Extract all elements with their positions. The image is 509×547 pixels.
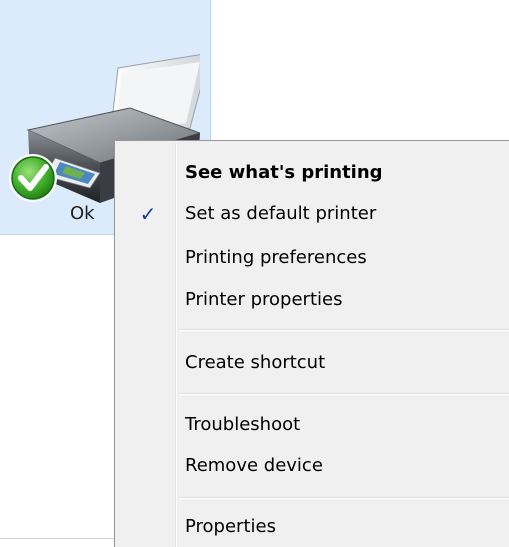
menu-item-label: Create shortcut	[185, 352, 326, 373]
devices-and-printers-window: Ok See what's printing ✓ Set as default …	[0, 0, 509, 547]
menu-separator	[178, 329, 509, 331]
menu-item-set-default-printer[interactable]: ✓ Set as default printer	[118, 194, 508, 234]
menu-item-label: Set as default printer	[185, 203, 377, 224]
menu-item-properties[interactable]: Properties	[118, 507, 508, 547]
menu-item-see-whats-printing[interactable]: See what's printing	[118, 153, 508, 193]
context-menu: See what's printing ✓ Set as default pri…	[114, 140, 509, 547]
menu-item-label: Properties	[185, 516, 276, 537]
menu-item-label: See what's printing	[185, 162, 383, 183]
menu-item-label: Remove device	[185, 455, 323, 476]
menu-item-create-shortcut[interactable]: Create shortcut	[118, 343, 508, 383]
menu-separator	[178, 393, 509, 395]
menu-item-remove-device[interactable]: Remove device	[118, 446, 508, 486]
device-label: Ok	[70, 203, 95, 224]
divider	[0, 538, 118, 539]
menu-separator	[178, 497, 509, 499]
checkmark-icon: ✓	[139, 202, 157, 226]
menu-item-troubleshoot[interactable]: Troubleshoot	[118, 405, 508, 445]
menu-item-printer-properties[interactable]: Printer properties	[118, 280, 508, 320]
menu-item-printing-preferences[interactable]: Printing preferences	[118, 238, 508, 278]
menu-item-label: Troubleshoot	[185, 414, 301, 435]
menu-item-label: Printer properties	[185, 289, 343, 310]
menu-item-label: Printing preferences	[185, 247, 367, 268]
